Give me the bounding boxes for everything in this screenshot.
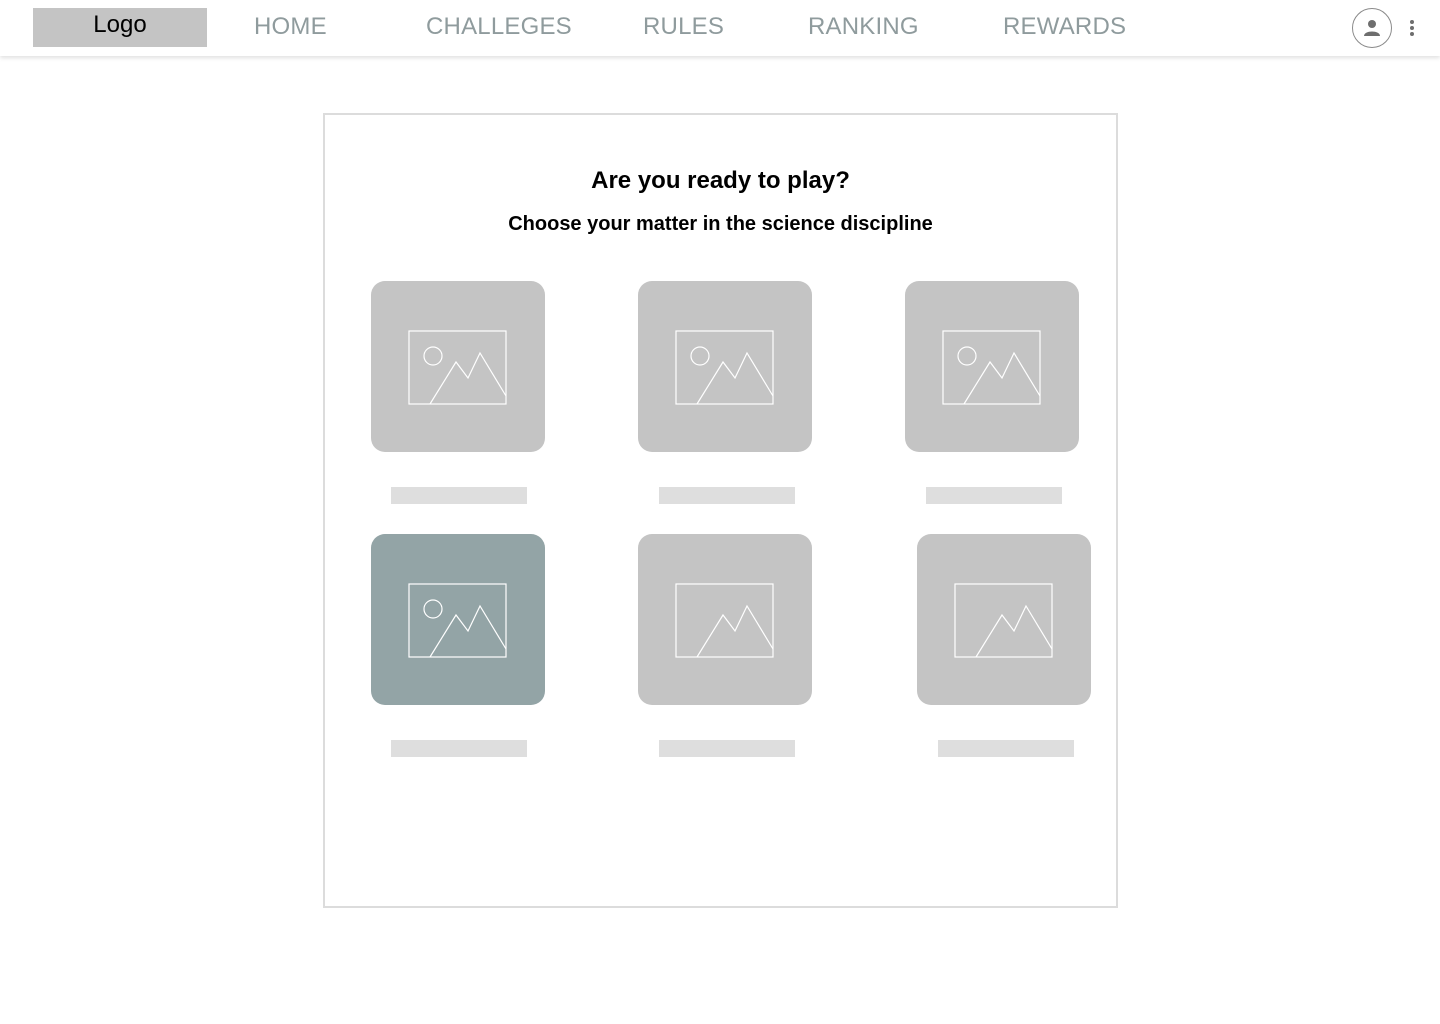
- discipline-card[interactable]: [638, 281, 812, 452]
- image-placeholder-icon: [942, 330, 1041, 405]
- logo[interactable]: Logo: [33, 8, 207, 47]
- nav-challenges[interactable]: CHALLEGES: [426, 12, 572, 42]
- discipline-label-placeholder[interactable]: [391, 487, 527, 504]
- discipline-label-placeholder[interactable]: [659, 740, 795, 757]
- image-placeholder-icon: [675, 330, 774, 405]
- discipline-card[interactable]: [638, 534, 812, 705]
- image-placeholder-icon: [675, 583, 774, 658]
- image-placeholder-icon: [954, 583, 1053, 658]
- more-options-button[interactable]: [1402, 16, 1422, 40]
- nav-rules[interactable]: RULES: [643, 12, 724, 42]
- discipline-card-selected[interactable]: [371, 534, 545, 705]
- nav-home[interactable]: HOME: [254, 12, 327, 42]
- discipline-label-placeholder[interactable]: [938, 740, 1074, 757]
- discipline-card[interactable]: [917, 534, 1091, 705]
- discipline-label-placeholder[interactable]: [926, 487, 1062, 504]
- user-circle-icon: [1364, 20, 1380, 36]
- image-placeholder-icon: [408, 330, 507, 405]
- account-button[interactable]: [1352, 8, 1392, 48]
- discipline-selection-panel: Are you ready to play? Choose your matte…: [323, 113, 1118, 908]
- discipline-card[interactable]: [371, 281, 545, 452]
- page-subtitle: Choose your matter in the science discip…: [508, 213, 933, 235]
- nav-ranking[interactable]: RANKING: [808, 12, 919, 42]
- image-placeholder-icon: [408, 583, 507, 658]
- page-title: Are you ready to play?: [591, 167, 850, 194]
- discipline-label-placeholder[interactable]: [659, 487, 795, 504]
- discipline-card[interactable]: [905, 281, 1079, 452]
- discipline-label-placeholder[interactable]: [391, 740, 527, 757]
- nav-rewards[interactable]: REWARDS: [1003, 12, 1126, 42]
- more-vertical-icon: [1410, 20, 1414, 36]
- top-navbar: Logo HOME CHALLEGES RULES RANKING REWARD…: [0, 0, 1440, 56]
